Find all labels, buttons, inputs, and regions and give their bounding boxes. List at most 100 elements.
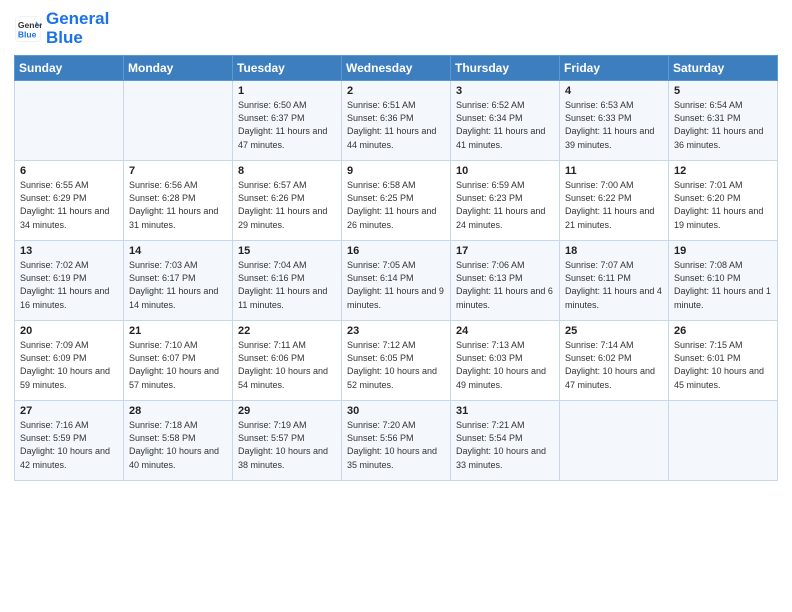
day-info: Sunrise: 7:10 AMSunset: 6:07 PMDaylight:…	[129, 339, 228, 391]
day-info: Sunrise: 6:56 AMSunset: 6:28 PMDaylight:…	[129, 179, 228, 231]
day-info: Sunrise: 6:55 AMSunset: 6:29 PMDaylight:…	[20, 179, 119, 231]
day-number: 7	[129, 165, 228, 177]
logo: General Blue General Blue	[14, 10, 109, 47]
day-info: Sunrise: 7:21 AMSunset: 5:54 PMDaylight:…	[456, 419, 555, 471]
day-info: Sunrise: 6:59 AMSunset: 6:23 PMDaylight:…	[456, 179, 555, 231]
week-row-4: 20Sunrise: 7:09 AMSunset: 6:09 PMDayligh…	[15, 321, 778, 401]
day-number: 6	[20, 165, 119, 177]
day-info: Sunrise: 6:52 AMSunset: 6:34 PMDaylight:…	[456, 99, 555, 151]
day-cell: 25Sunrise: 7:14 AMSunset: 6:02 PMDayligh…	[560, 321, 669, 401]
day-number: 15	[238, 245, 337, 257]
day-number: 18	[565, 245, 664, 257]
day-number: 12	[674, 165, 773, 177]
day-cell: 13 Sunrise: 7:02 AMSunset: 6:19 PMDayligh…	[15, 241, 124, 321]
day-number: 8	[238, 165, 337, 177]
day-cell: 11Sunrise: 7:00 AMSunset: 6:22 PMDayligh…	[560, 161, 669, 241]
day-cell: 8 Sunrise: 6:57 AMSunset: 6:26 PMDaylight…	[233, 161, 342, 241]
day-info: Sunrise: 7:06 AMSunset: 6:13 PMDaylight:…	[456, 259, 555, 311]
day-number: 28	[129, 405, 228, 417]
header-row: SundayMondayTuesdayWednesdayThursdayFrid…	[15, 56, 778, 81]
day-number: 17	[456, 245, 555, 257]
day-header-friday: Friday	[560, 56, 669, 81]
day-cell: 23 Sunrise: 7:12 AMSunset: 6:05 PMDayligh…	[342, 321, 451, 401]
day-number: 30	[347, 405, 446, 417]
day-number: 11	[565, 165, 664, 177]
day-number: 14	[129, 245, 228, 257]
day-number: 31	[456, 405, 555, 417]
day-number: 22	[238, 325, 337, 337]
day-number: 16	[347, 245, 446, 257]
day-info: Sunrise: 7:19 AMSunset: 5:57 PMDaylight:…	[238, 419, 337, 471]
day-cell	[124, 81, 233, 161]
day-cell: 27 Sunrise: 7:16 AMSunset: 5:59 PMDayligh…	[15, 401, 124, 481]
day-number: 23	[347, 325, 446, 337]
svg-text:Blue: Blue	[18, 29, 37, 39]
day-cell: 2Sunrise: 6:51 AMSunset: 6:36 PMDaylight…	[342, 81, 451, 161]
day-cell: 15Sunrise: 7:04 AMSunset: 6:16 PMDayligh…	[233, 241, 342, 321]
day-info: Sunrise: 7:12 AMSunset: 6:05 PMDaylight:…	[347, 339, 446, 391]
day-number: 13	[20, 245, 119, 257]
day-cell: 4 Sunrise: 6:53 AMSunset: 6:33 PMDaylight…	[560, 81, 669, 161]
header: General Blue General Blue	[14, 10, 778, 47]
week-row-5: 27 Sunrise: 7:16 AMSunset: 5:59 PMDayligh…	[15, 401, 778, 481]
day-header-sunday: Sunday	[15, 56, 124, 81]
day-cell: 14 Sunrise: 7:03 AMSunset: 6:17 PMDayligh…	[124, 241, 233, 321]
day-info: Sunrise: 7:09 AMSunset: 6:09 PMDaylight:…	[20, 339, 119, 391]
day-header-wednesday: Wednesday	[342, 56, 451, 81]
day-cell: 30 Sunrise: 7:20 AMSunset: 5:56 PMDayligh…	[342, 401, 451, 481]
day-cell: 1Sunrise: 6:50 AMSunset: 6:37 PMDaylight…	[233, 81, 342, 161]
day-number: 5	[674, 85, 773, 97]
day-info: Sunrise: 7:16 AMSunset: 5:59 PMDaylight:…	[20, 419, 119, 471]
week-row-1: 1Sunrise: 6:50 AMSunset: 6:37 PMDaylight…	[15, 81, 778, 161]
day-cell: 19Sunrise: 7:08 AMSunset: 6:10 PMDayligh…	[669, 241, 778, 321]
day-info: Sunrise: 7:05 AMSunset: 6:14 PMDaylight:…	[347, 259, 446, 311]
week-row-3: 13 Sunrise: 7:02 AMSunset: 6:19 PMDayligh…	[15, 241, 778, 321]
day-cell: 24 Sunrise: 7:13 AMSunset: 6:03 PMDayligh…	[451, 321, 560, 401]
day-info: Sunrise: 6:58 AMSunset: 6:25 PMDaylight:…	[347, 179, 446, 231]
day-number: 24	[456, 325, 555, 337]
day-info: Sunrise: 7:11 AMSunset: 6:06 PMDaylight:…	[238, 339, 337, 391]
day-cell: 29Sunrise: 7:19 AMSunset: 5:57 PMDayligh…	[233, 401, 342, 481]
day-number: 26	[674, 325, 773, 337]
day-info: Sunrise: 7:07 AMSunset: 6:11 PMDaylight:…	[565, 259, 664, 311]
day-cell: 21Sunrise: 7:10 AMSunset: 6:07 PMDayligh…	[124, 321, 233, 401]
day-number: 1	[238, 85, 337, 97]
day-cell: 17 Sunrise: 7:06 AMSunset: 6:13 PMDayligh…	[451, 241, 560, 321]
day-info: Sunrise: 6:57 AMSunset: 6:26 PMDaylight:…	[238, 179, 337, 231]
day-info: Sunrise: 6:53 AMSunset: 6:33 PMDaylight:…	[565, 99, 664, 151]
day-cell	[669, 401, 778, 481]
day-number: 4	[565, 85, 664, 97]
day-info: Sunrise: 7:02 AMSunset: 6:19 PMDaylight:…	[20, 259, 119, 311]
day-header-tuesday: Tuesday	[233, 56, 342, 81]
day-number: 3	[456, 85, 555, 97]
page: General Blue General Blue SundayMondayTu…	[0, 0, 792, 612]
day-cell: 10 Sunrise: 6:59 AMSunset: 6:23 PMDayligh…	[451, 161, 560, 241]
day-cell: 3 Sunrise: 6:52 AMSunset: 6:34 PMDaylight…	[451, 81, 560, 161]
day-number: 27	[20, 405, 119, 417]
day-header-monday: Monday	[124, 56, 233, 81]
day-info: Sunrise: 7:03 AMSunset: 6:17 PMDaylight:…	[129, 259, 228, 311]
day-number: 10	[456, 165, 555, 177]
day-info: Sunrise: 6:54 AMSunset: 6:31 PMDaylight:…	[674, 99, 773, 151]
logo-text: General Blue	[46, 10, 109, 47]
logo-icon: General Blue	[14, 15, 42, 43]
day-info: Sunrise: 7:14 AMSunset: 6:02 PMDaylight:…	[565, 339, 664, 391]
day-cell: 9 Sunrise: 6:58 AMSunset: 6:25 PMDaylight…	[342, 161, 451, 241]
day-number: 9	[347, 165, 446, 177]
day-cell: 31 Sunrise: 7:21 AMSunset: 5:54 PMDayligh…	[451, 401, 560, 481]
day-cell: 6 Sunrise: 6:55 AMSunset: 6:29 PMDaylight…	[15, 161, 124, 241]
day-cell: 22 Sunrise: 7:11 AMSunset: 6:06 PMDayligh…	[233, 321, 342, 401]
day-info: Sunrise: 7:13 AMSunset: 6:03 PMDaylight:…	[456, 339, 555, 391]
day-number: 19	[674, 245, 773, 257]
day-header-thursday: Thursday	[451, 56, 560, 81]
day-info: Sunrise: 7:18 AMSunset: 5:58 PMDaylight:…	[129, 419, 228, 471]
day-cell: 18 Sunrise: 7:07 AMSunset: 6:11 PMDayligh…	[560, 241, 669, 321]
day-cell	[15, 81, 124, 161]
calendar-table: SundayMondayTuesdayWednesdayThursdayFrid…	[14, 55, 778, 481]
day-cell: 12 Sunrise: 7:01 AMSunset: 6:20 PMDayligh…	[669, 161, 778, 241]
day-cell: 26Sunrise: 7:15 AMSunset: 6:01 PMDayligh…	[669, 321, 778, 401]
day-info: Sunrise: 7:01 AMSunset: 6:20 PMDaylight:…	[674, 179, 773, 231]
day-cell: 20Sunrise: 7:09 AMSunset: 6:09 PMDayligh…	[15, 321, 124, 401]
day-info: Sunrise: 7:20 AMSunset: 5:56 PMDaylight:…	[347, 419, 446, 471]
day-cell: 28 Sunrise: 7:18 AMSunset: 5:58 PMDayligh…	[124, 401, 233, 481]
